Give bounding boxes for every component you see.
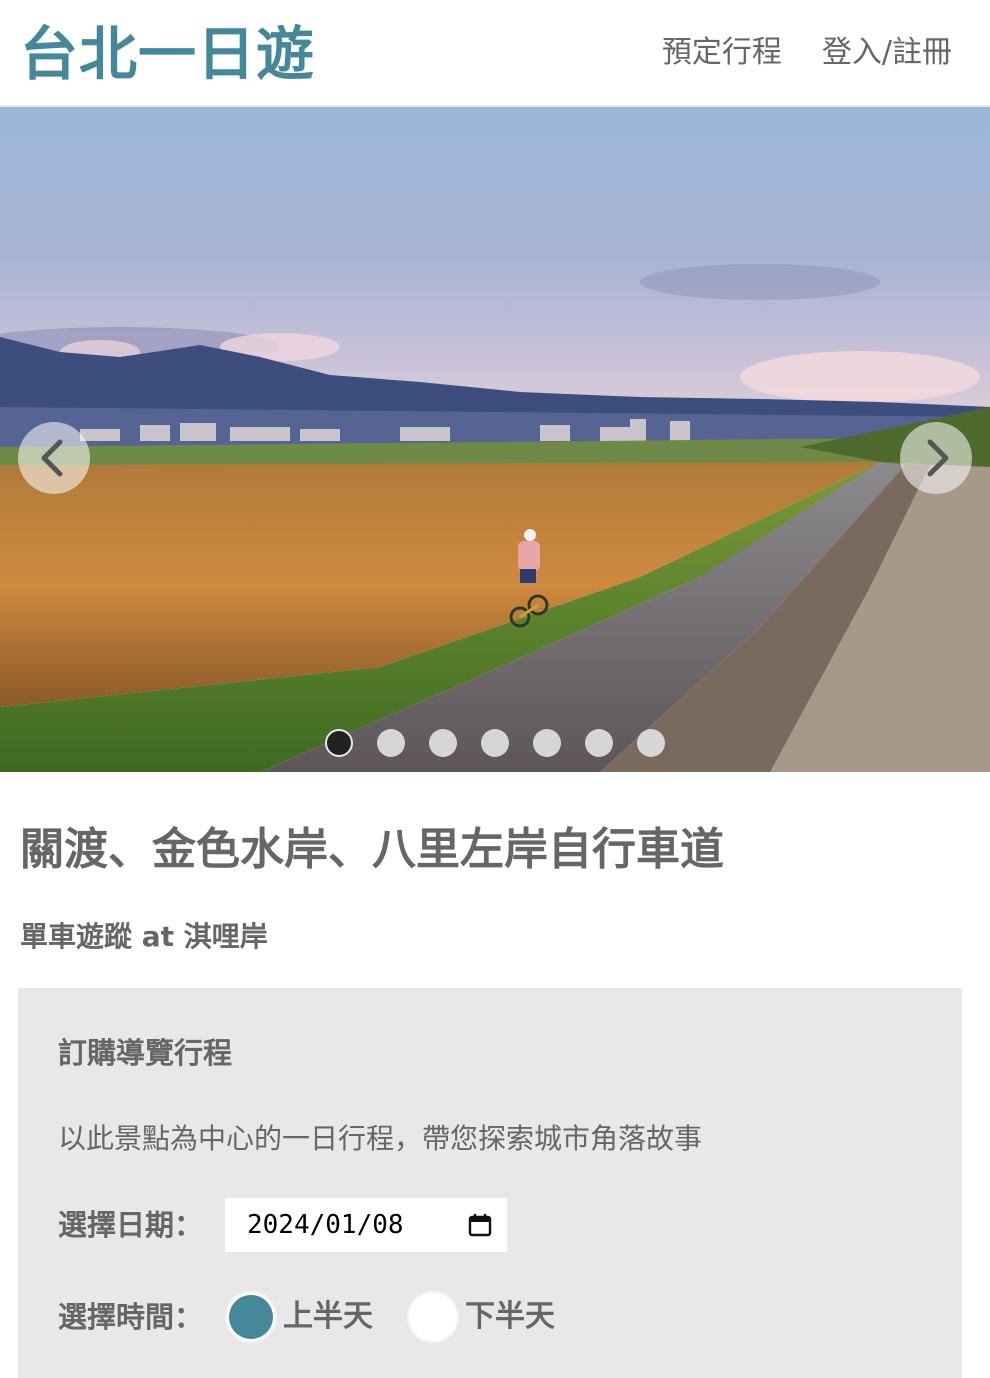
booking-heading: 訂購導覽行程 <box>58 1036 233 1070</box>
carousel-dot-7[interactable] <box>637 729 665 757</box>
attraction-title: 關渡、金色水岸、八里左岸自行車道 <box>20 824 724 875</box>
nav-links: 預定行程 登入/註冊 <box>662 30 952 76</box>
carousel-indicators <box>325 729 665 757</box>
site-logo[interactable]: 台北一日遊 <box>20 14 315 94</box>
date-value: 2024/01/08 <box>247 1210 404 1240</box>
carousel-dot-3[interactable] <box>429 729 457 757</box>
navbar: 台北一日遊 預定行程 登入/註冊 <box>0 0 990 107</box>
carousel-dot-4[interactable] <box>481 729 509 757</box>
radio-afternoon[interactable] <box>407 1291 459 1343</box>
image-carousel <box>0 107 990 772</box>
calendar-icon[interactable] <box>467 1212 493 1238</box>
carousel-dot-5[interactable] <box>533 729 561 757</box>
carousel-dot-1[interactable] <box>325 729 353 757</box>
date-row: 選擇日期： 2024/01/08 <box>58 1198 507 1252</box>
radio-morning-label[interactable]: 上半天 <box>283 1291 373 1343</box>
chevron-left-icon <box>41 439 63 477</box>
nav-booking-link[interactable]: 預定行程 <box>662 30 782 76</box>
booking-description: 以此景點為中心的一日行程，帶您探索城市角落故事 <box>58 1122 703 1155</box>
carousel-prev-button[interactable] <box>18 422 90 494</box>
booking-panel: 訂購導覽行程 以此景點為中心的一日行程，帶您探索城市角落故事 選擇日期： 202… <box>18 988 962 1378</box>
carousel-dot-2[interactable] <box>377 729 405 757</box>
carousel-next-button[interactable] <box>900 422 972 494</box>
carousel-dot-6[interactable] <box>585 729 613 757</box>
radio-morning[interactable] <box>225 1291 277 1343</box>
carousel-image <box>0 107 990 772</box>
date-input[interactable]: 2024/01/08 <box>225 1198 507 1252</box>
time-row: 選擇時間： 上半天 下半天 <box>58 1290 555 1344</box>
chevron-right-icon <box>927 439 949 477</box>
radio-afternoon-label[interactable]: 下半天 <box>465 1291 555 1343</box>
time-label: 選擇時間： <box>58 1300 204 1334</box>
date-label: 選擇日期： <box>58 1208 204 1242</box>
attraction-subtitle: 單車遊蹤 at 淇哩岸 <box>20 920 268 953</box>
nav-login-link[interactable]: 登入/註冊 <box>822 30 952 76</box>
